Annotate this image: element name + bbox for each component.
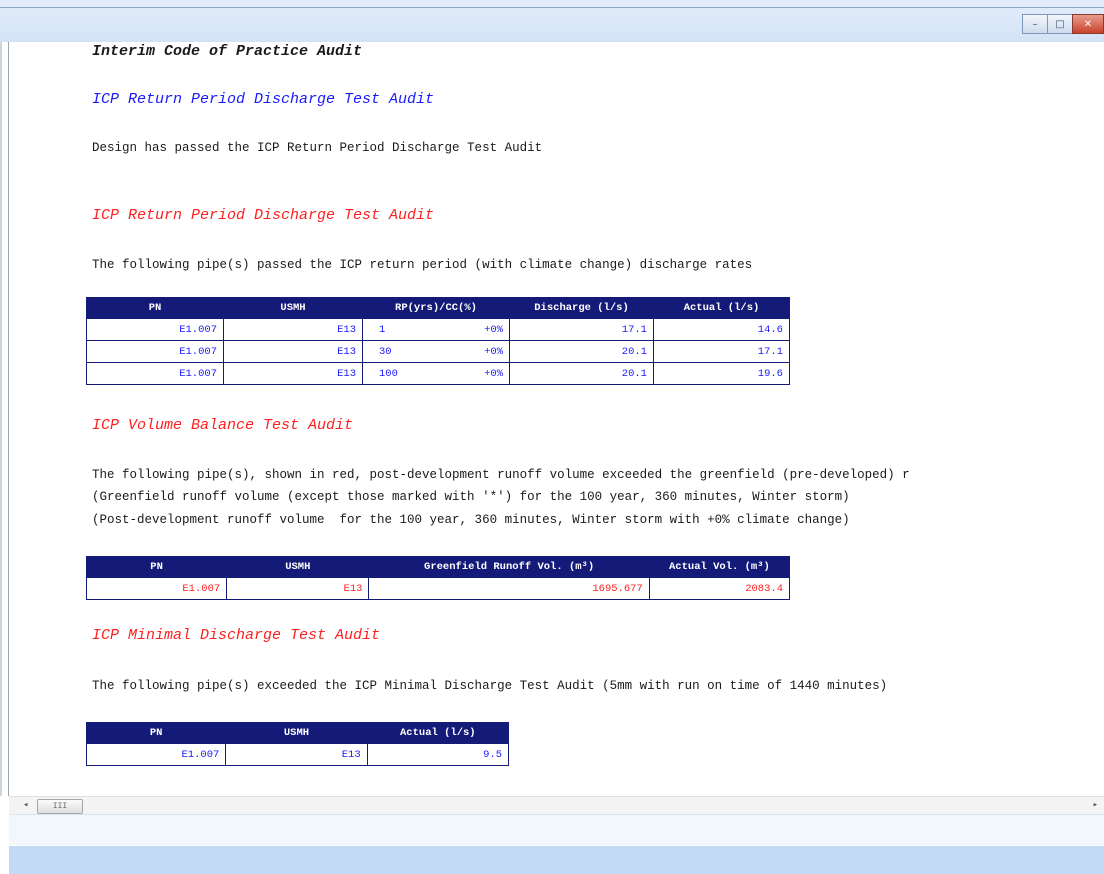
cell-discharge: 20.1 [509, 362, 654, 385]
section-heading-volume-balance: ICP Volume Balance Test Audit [92, 417, 354, 434]
window-titlebar: – □ ✕ [0, 0, 1104, 42]
column-header-actual: Actual (l/s) [366, 722, 510, 744]
minimize-button[interactable]: – [1022, 14, 1048, 34]
section-text-volume-balance-line-3: (Post-development runoff volume for the … [92, 513, 850, 527]
minimal-discharge-table: PN USMH Actual (l/s) E1.007 E13 9.5 [85, 722, 510, 766]
section-heading-return-period-summary: ICP Return Period Discharge Test Audit [92, 91, 435, 108]
cell-pn: E1.007 [85, 577, 228, 600]
column-header-usmh: USMH [226, 556, 370, 578]
section-text-return-period-summary: Design has passed the ICP Return Period … [92, 141, 543, 155]
cell-pn: E1.007 [86, 318, 224, 341]
cell-cc: +0% [446, 362, 511, 385]
table-row: E1.007 E13 30 +0% 20.1 17.1 [86, 340, 790, 363]
column-header-rp-cc: RP(yrs)/CC(%) [362, 297, 510, 319]
table-row: E1.007 E13 1695.677 2083.4 [85, 577, 791, 600]
cell-actual-vol: 2083.4 [648, 577, 791, 600]
table-header-row: PN USMH Greenfield Runoff Vol. (m³) Actu… [85, 556, 791, 578]
cell-pn: E1.007 [86, 362, 224, 385]
cell-usmh: E13 [223, 362, 363, 385]
column-header-actual: Actual (l/s) [653, 297, 790, 319]
cell-greenfield-vol: 1695.677 [368, 577, 650, 600]
scrollbar-thumb[interactable]: III [37, 799, 83, 814]
column-header-pn: PN [86, 297, 224, 319]
volume-balance-table: PN USMH Greenfield Runoff Vol. (m³) Actu… [85, 556, 791, 600]
bottom-bar [9, 846, 1104, 874]
left-border [8, 42, 9, 796]
cell-actual: 19.6 [653, 362, 790, 385]
section-text-volume-balance-line-1: The following pipe(s), shown in red, pos… [92, 468, 910, 482]
page-title: Interim Code of Practice Audit [92, 43, 363, 60]
section-text-minimal-discharge: The following pipe(s) exceeded the ICP M… [92, 679, 888, 693]
maximize-button[interactable]: □ [1047, 14, 1073, 34]
column-header-usmh: USMH [223, 297, 363, 319]
table-row: E1.007 E13 100 +0% 20.1 19.6 [86, 362, 790, 385]
column-header-actual-vol: Actual Vol. (m³) [648, 556, 791, 578]
cell-actual: 9.5 [366, 743, 510, 766]
table-row: E1.007 E13 9.5 [85, 743, 510, 766]
cell-usmh: E13 [223, 318, 363, 341]
column-header-discharge: Discharge (l/s) [509, 297, 654, 319]
section-text-volume-balance-line-2: (Greenfield runoff volume (except those … [92, 490, 850, 504]
cell-usmh: E13 [226, 577, 370, 600]
column-header-pn: PN [85, 722, 227, 744]
window-controls: – □ ✕ [1022, 14, 1104, 34]
cell-rp: 1 [362, 318, 447, 341]
scroll-right-arrow-icon[interactable]: ▸ [1093, 800, 1098, 810]
cell-pn: E1.007 [86, 340, 224, 363]
cell-actual: 17.1 [653, 340, 790, 363]
cell-discharge: 17.1 [509, 318, 654, 341]
cell-rp: 100 [362, 362, 447, 385]
cell-rp: 30 [362, 340, 447, 363]
scroll-left-arrow-icon[interactable]: ◂ [23, 800, 28, 810]
cell-cc: +0% [446, 340, 511, 363]
cell-cc: +0% [446, 318, 511, 341]
cell-pn: E1.007 [85, 743, 227, 766]
status-area [9, 814, 1104, 845]
titlebar-border [0, 7, 1104, 8]
close-button[interactable]: ✕ [1072, 14, 1104, 34]
section-text-return-period-detail: The following pipe(s) passed the ICP ret… [92, 258, 753, 272]
horizontal-scrollbar[interactable]: ◂ III ▸ [9, 796, 1104, 815]
cell-actual: 14.6 [653, 318, 790, 341]
section-heading-return-period-detail: ICP Return Period Discharge Test Audit [92, 207, 435, 224]
section-heading-minimal-discharge: ICP Minimal Discharge Test Audit [92, 627, 381, 644]
table-row: E1.007 E13 1 +0% 17.1 14.6 [86, 318, 790, 341]
column-header-usmh: USMH [225, 722, 368, 744]
column-header-greenfield-vol: Greenfield Runoff Vol. (m³) [368, 556, 650, 578]
return-period-table: PN USMH RP(yrs)/CC(%) Discharge (l/s) Ac… [86, 297, 790, 385]
cell-usmh: E13 [225, 743, 368, 766]
cell-usmh: E13 [223, 340, 363, 363]
table-header-row: PN USMH RP(yrs)/CC(%) Discharge (l/s) Ac… [86, 297, 790, 319]
table-header-row: PN USMH Actual (l/s) [85, 722, 510, 744]
column-header-pn: PN [85, 556, 228, 578]
cell-discharge: 20.1 [509, 340, 654, 363]
